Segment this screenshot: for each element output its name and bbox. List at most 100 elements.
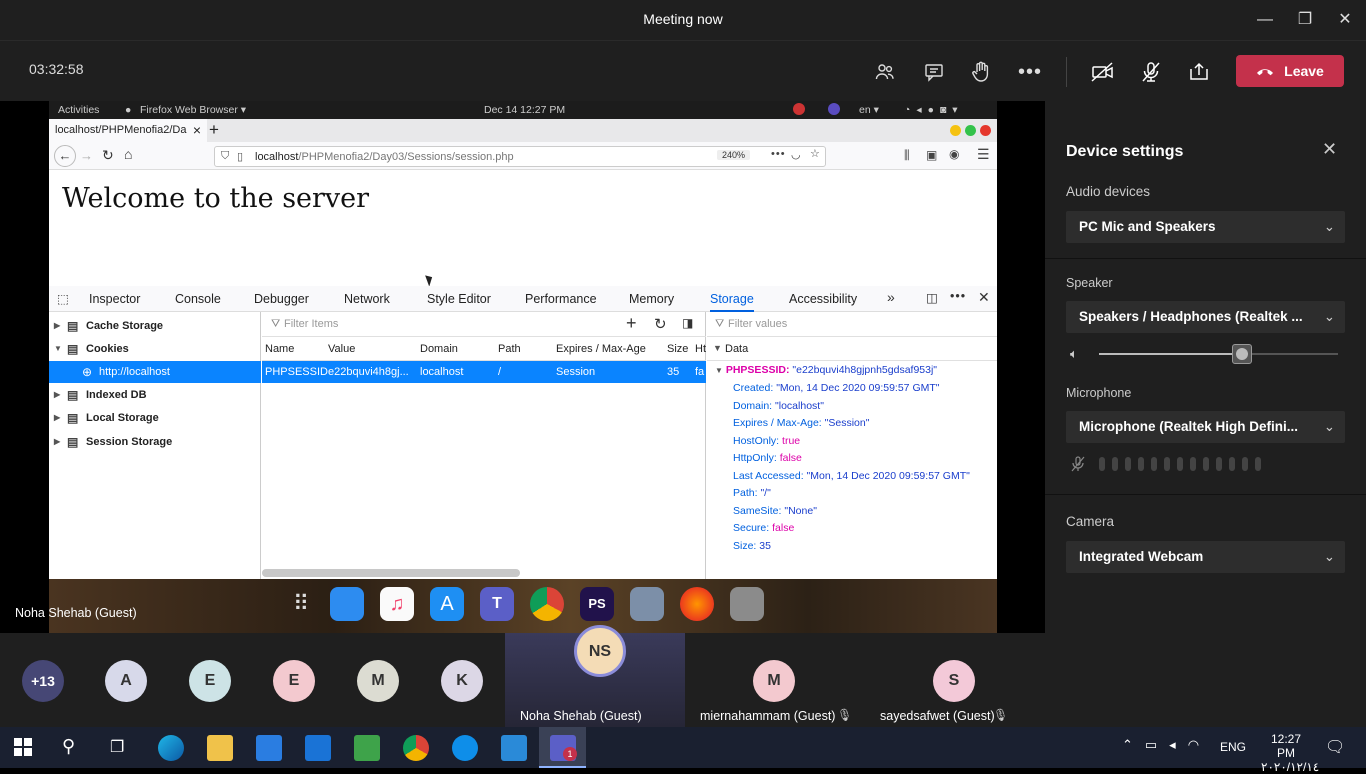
restore-button[interactable]: ❐: [1293, 8, 1317, 32]
participant-tile[interactable]: S sayedsafwet (Guest) 🎙︎: [865, 633, 1045, 727]
tree-item[interactable]: ▶ ▤ Indexed DB: [49, 384, 261, 406]
url-bar[interactable]: ⛉ ▯ localhost/PHPMenofia2/Day03/Sessions…: [214, 146, 826, 167]
speaker-tile[interactable]: NS Noha Shehab (Guest): [505, 625, 685, 727]
tree-item[interactable]: ▶ ▤ Session Storage: [49, 431, 261, 453]
disk-utility-icon[interactable]: [730, 587, 764, 621]
column-header[interactable]: Expires / Max-Age: [556, 343, 646, 355]
data-row[interactable]: HostOnly: true: [733, 435, 800, 447]
account-icon[interactable]: ◉: [949, 147, 959, 161]
speaker-dropdown[interactable]: Speakers / Headphones (Realtek ... ⌄: [1066, 301, 1345, 333]
avatar[interactable]: A: [105, 660, 147, 702]
zoom-badge[interactable]: 240%: [717, 150, 751, 160]
new-tab-icon[interactable]: +: [209, 120, 219, 140]
tab-close-icon[interactable]: ×: [193, 122, 201, 138]
close-dot-icon[interactable]: [980, 125, 991, 136]
reload-icon[interactable]: ↻: [102, 147, 114, 164]
system-tray-icons[interactable]: ⌃▭◂◠: [1122, 737, 1211, 753]
teams-icon[interactable]: T: [480, 587, 514, 621]
devtools-close-icon[interactable]: ✕: [978, 289, 990, 306]
tab-style-editor[interactable]: Style Editor: [427, 286, 491, 312]
volume-thumb[interactable]: [1232, 344, 1253, 364]
devtools-menu-icon[interactable]: •••: [950, 289, 966, 303]
horizontal-scrollbar[interactable]: [262, 569, 520, 577]
participant-tile[interactable]: M miernahammam (Guest) 🎙︎: [685, 633, 865, 727]
data-header[interactable]: ▼ Data: [707, 337, 997, 361]
column-header[interactable]: Value: [328, 343, 355, 355]
store-icon[interactable]: [256, 735, 282, 761]
phpstorm-icon[interactable]: PS: [580, 587, 614, 621]
table-row[interactable]: PHPSESSID e22bquvi4h8gj... localhost / Sessi…: [262, 361, 706, 383]
teamviewer-icon[interactable]: [452, 735, 478, 761]
add-item-icon[interactable]: +: [626, 313, 637, 334]
app-menu[interactable]: Firefox Web Browser ▾: [140, 104, 246, 116]
chevron-right-icon[interactable]: ▶: [54, 407, 60, 429]
filter-items-input[interactable]: Filter Items: [284, 318, 338, 330]
tab-network[interactable]: Network: [344, 286, 390, 312]
vscode-icon[interactable]: [501, 735, 527, 761]
chat-button[interactable]: [920, 58, 948, 86]
avatar[interactable]: E: [273, 660, 315, 702]
action-center-icon[interactable]: 🗨︎: [1325, 737, 1345, 757]
home-icon[interactable]: ⌂: [124, 146, 132, 162]
camera-dropdown[interactable]: Integrated Webcam ⌄: [1066, 541, 1345, 573]
data-row[interactable]: HttpOnly: false: [733, 452, 802, 464]
data-row[interactable]: Last Accessed: "Mon, 14 Dec 2020 09:59:5…: [733, 470, 970, 482]
system-status-icons[interactable]: ◔◂●◙▾: [904, 104, 964, 116]
app-grid-icon[interactable]: ⠿: [284, 587, 318, 621]
avatar[interactable]: K: [441, 660, 483, 702]
overflow-participants-button[interactable]: +13: [22, 660, 64, 702]
chevron-right-icon[interactable]: ▶: [54, 384, 60, 406]
volume-slider[interactable]: [1099, 344, 1338, 364]
chrome-icon[interactable]: [403, 735, 429, 761]
notepad-plus-icon[interactable]: [354, 735, 380, 761]
close-window-button[interactable]: ✕: [1333, 8, 1357, 32]
activities-label[interactable]: Activities: [58, 104, 99, 116]
teams-taskbar-button[interactable]: 1: [539, 727, 586, 768]
tab-storage[interactable]: Storage: [710, 286, 754, 312]
mail-icon[interactable]: [305, 735, 331, 761]
music-icon[interactable]: ♫: [380, 587, 414, 621]
tab-console[interactable]: Console: [175, 286, 221, 312]
avatar[interactable]: E: [189, 660, 231, 702]
hamburger-menu-icon[interactable]: ☰: [977, 146, 990, 163]
gnome-clock[interactable]: Dec 14 12:27 PM: [484, 104, 565, 116]
file-explorer-icon[interactable]: [207, 735, 233, 761]
tree-item[interactable]: ▶ ▤ Cache Storage: [49, 315, 261, 337]
input-language[interactable]: ENG: [1220, 740, 1246, 754]
pocket-icon[interactable]: ◡: [791, 148, 801, 161]
image-viewer-icon[interactable]: [630, 587, 664, 621]
camera-toggle-button[interactable]: [1089, 58, 1117, 86]
chevron-down-icon[interactable]: ▼: [54, 338, 62, 360]
data-row[interactable]: Domain: "localhost": [733, 400, 824, 412]
browser-tab[interactable]: localhost/PHPMenofia2/Da ×: [49, 119, 207, 142]
bookmark-star-icon[interactable]: ☆: [810, 147, 820, 160]
leave-button[interactable]: Leave: [1236, 55, 1344, 87]
task-view-icon[interactable]: ❐: [110, 737, 124, 757]
sidebar-icon[interactable]: ▣: [926, 148, 937, 162]
data-root-row[interactable]: ▼ PHPSESSID: "e22bquvi4h8gjpnh5gdsaf953j…: [715, 364, 937, 376]
column-header[interactable]: Size: [667, 343, 688, 355]
dock-toggle-icon[interactable]: ◫: [926, 290, 938, 305]
tree-item[interactable]: ▶ ▤ Local Storage: [49, 407, 261, 429]
data-row[interactable]: Path: "/": [733, 487, 771, 499]
finder-icon[interactable]: [330, 587, 364, 621]
refresh-icon[interactable]: ↻: [654, 315, 667, 333]
app-store-icon[interactable]: A: [430, 587, 464, 621]
back-arrow-icon[interactable]: ←: [54, 145, 76, 167]
library-icon[interactable]: ⫼: [904, 148, 910, 163]
tree-item[interactable]: ▼ ▤ Cookies: [49, 338, 261, 360]
close-settings-icon[interactable]: ✕: [1322, 139, 1337, 160]
chrome-icon[interactable]: [530, 587, 564, 621]
microphone-dropdown[interactable]: Microphone (Realtek High Defini... ⌄: [1066, 411, 1345, 443]
column-header[interactable]: Domain: [420, 343, 458, 355]
tab-performance[interactable]: Performance: [525, 286, 597, 312]
data-row[interactable]: Created: "Mon, 14 Dec 2020 09:59:57 GMT": [733, 382, 940, 394]
windows-start-icon[interactable]: [14, 738, 32, 761]
tree-item-selected[interactable]: ⊕ http://localhost: [49, 361, 261, 383]
chevron-right-icon[interactable]: ▶: [54, 431, 60, 453]
chevron-right-icon[interactable]: ▶: [54, 315, 60, 337]
audio-device-dropdown[interactable]: PC Mic and Speakers ⌄: [1066, 211, 1345, 243]
element-picker-icon[interactable]: ⬚: [57, 291, 69, 306]
edge-icon[interactable]: [158, 735, 184, 761]
share-screen-button[interactable]: [1185, 58, 1213, 86]
